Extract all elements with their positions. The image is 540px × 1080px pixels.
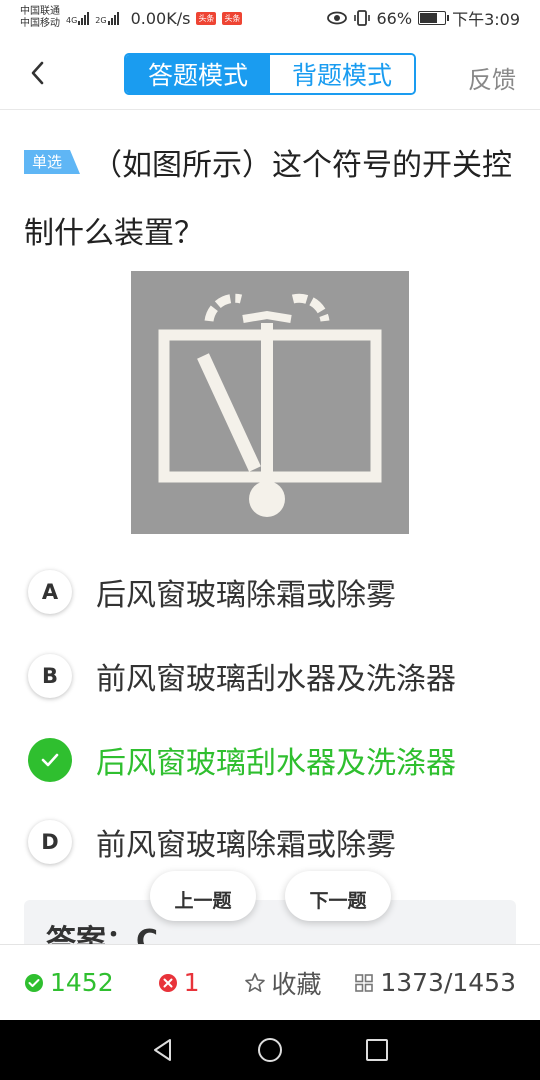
favorite-label: 收藏: [271, 969, 322, 999]
battery-percent: 66%: [376, 8, 413, 28]
x-circle-icon: [158, 973, 177, 992]
carrier-names: 中国联通 中国移动: [20, 6, 60, 30]
carrier-2: 中国移动: [20, 18, 60, 29]
triangle-back-icon: [154, 1039, 172, 1061]
net-type-2: 2G: [95, 15, 107, 25]
eye-icon: [326, 11, 347, 25]
square-recents-icon: [365, 1039, 388, 1061]
option-c[interactable]: 后风窗玻璃刮水器及洗涤器: [28, 730, 518, 790]
system-recents-button[interactable]: [362, 1035, 392, 1065]
progress-value: 1373/1453: [380, 968, 516, 997]
prev-question-button[interactable]: 上一题: [150, 871, 256, 921]
vibrate-icon: [353, 10, 370, 26]
option-d-badge: D: [28, 820, 72, 864]
check-icon: [41, 753, 59, 767]
correct-count-value: 1452: [50, 968, 114, 997]
back-button[interactable]: [24, 58, 52, 88]
toutiao-badge-2: 头条: [222, 11, 243, 25]
rear-wiper-washer-icon: [158, 293, 382, 517]
battery-fill: [420, 13, 438, 23]
option-c-text: 后风窗玻璃刮水器及洗涤器: [96, 746, 456, 781]
clock: 下午3:09: [452, 10, 520, 29]
mode-toggle: 答题模式 背题模式: [124, 53, 416, 95]
chevron-left-icon: [31, 61, 44, 85]
bottom-bar: 1452 1 收藏 1373/1453: [0, 944, 540, 1020]
option-b-badge: B: [28, 654, 72, 698]
check-circle-icon: [25, 973, 43, 992]
circle-home-icon: [257, 1038, 282, 1062]
option-b[interactable]: B 前风窗玻璃刮水器及洗涤器: [28, 646, 518, 706]
star-icon: [244, 972, 265, 992]
option-a[interactable]: A 后风窗玻璃除霜或除雾: [28, 562, 518, 622]
next-question-button[interactable]: 下一题: [285, 871, 391, 921]
system-nav-bar: [0, 1020, 540, 1080]
question-type-tag: 单选: [24, 150, 81, 174]
option-d-text: 前风窗玻璃除霜或除雾: [96, 828, 396, 863]
net-type-1: 4G: [66, 15, 78, 25]
system-back-button[interactable]: [148, 1035, 178, 1065]
signal-1-icon: 4G: [66, 11, 90, 25]
question: 单选 （如图所示）这个符号的开关控制什么装置？: [24, 132, 524, 268]
favorite-button[interactable]: 收藏: [244, 965, 322, 1001]
feedback-button[interactable]: 反馈: [468, 60, 516, 95]
option-c-badge: [28, 738, 72, 782]
network-speed: 0.00K/s: [130, 8, 191, 28]
carrier-1: 中国联通: [20, 6, 60, 17]
question-image: [131, 271, 409, 534]
question-progress[interactable]: 1373/1453: [354, 968, 516, 997]
toutiao-badge-1: 头条: [196, 11, 217, 25]
tab-answer-mode[interactable]: 答题模式: [126, 55, 270, 93]
header: 答题模式 背题模式 反馈: [0, 36, 540, 110]
wrong-count-value: 1: [183, 968, 200, 997]
status-bar: 中国联通 中国移动 4G 2G 0.00K/s 头条 头条 66% 下午3:09: [0, 0, 540, 36]
correct-count[interactable]: 1452: [24, 968, 114, 997]
wrong-count[interactable]: 1: [158, 968, 200, 997]
option-d[interactable]: D 前风窗玻璃除霜或除雾: [28, 812, 518, 872]
grid-icon: [355, 973, 374, 992]
option-a-badge: A: [28, 570, 72, 614]
system-home-button[interactable]: [255, 1035, 285, 1065]
signal-2-icon: 2G: [95, 11, 119, 25]
question-text: （如图所示）这个符号的开关控制什么装置？: [24, 148, 513, 251]
option-a-text: 后风窗玻璃除霜或除雾: [96, 578, 396, 613]
tab-memorize-mode[interactable]: 背题模式: [270, 55, 414, 93]
battery-icon: [418, 11, 450, 25]
option-b-text: 前风窗玻璃刮水器及洗涤器: [96, 662, 456, 697]
